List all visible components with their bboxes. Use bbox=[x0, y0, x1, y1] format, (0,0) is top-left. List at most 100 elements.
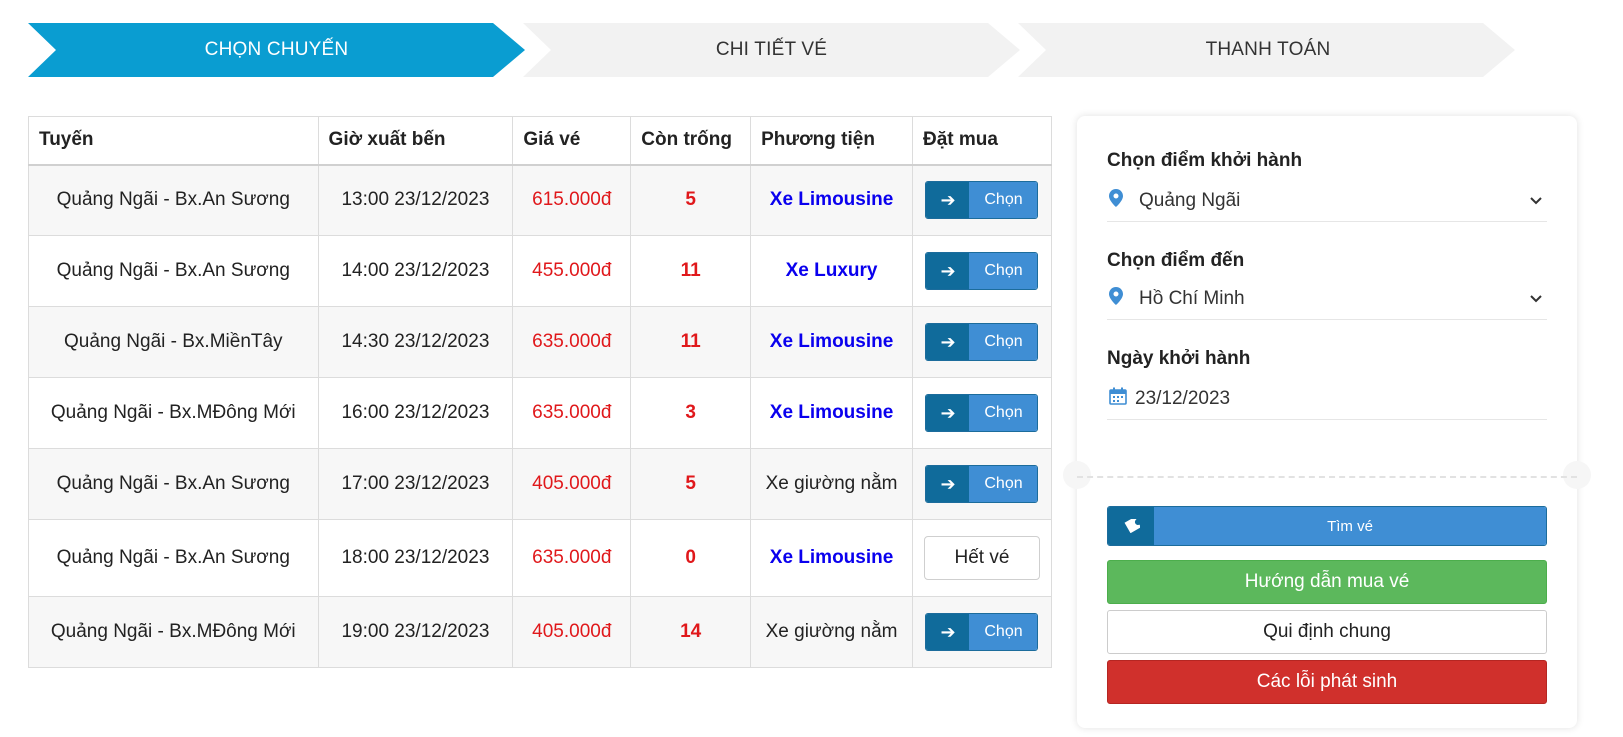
step-ticket-details[interactable]: CHI TIẾT VÉ bbox=[523, 23, 1020, 77]
header-vehicle: Phương tiện bbox=[750, 116, 913, 166]
action-cell: ➔ Chọn bbox=[911, 164, 1053, 236]
table-header-row: Tuyến Giờ xuất bến Giá vé Còn trống Phươ… bbox=[28, 116, 1053, 166]
vehicle-cell: Xe Limousine bbox=[750, 306, 913, 378]
choose-button[interactable]: ➔ Chọn bbox=[925, 613, 1039, 651]
vehicle-cell: Xe giường nằm bbox=[750, 596, 913, 668]
vehicle-cell: Xe Luxury bbox=[750, 235, 913, 307]
choose-button[interactable]: ➔ Chọn bbox=[925, 465, 1039, 503]
search-panel: Chọn điểm khởi hành Quảng Ngãi Chọn điểm… bbox=[1063, 116, 1591, 728]
table-row: Quảng Ngãi - Bx.MĐông Mới 16:00 23/12/20… bbox=[28, 377, 1053, 449]
time-cell: 13:00 23/12/2023 bbox=[317, 164, 514, 236]
map-pin-icon bbox=[1107, 189, 1139, 212]
action-cell: Hết vé bbox=[911, 519, 1053, 597]
arrow-right-icon: ➔ bbox=[926, 466, 970, 502]
price-cell: 635.000đ bbox=[512, 519, 632, 597]
route-cell: Quảng Ngãi - Bx.MĐông Mới bbox=[28, 377, 319, 449]
header-route: Tuyến bbox=[28, 116, 319, 166]
seats-cell: 0 bbox=[630, 519, 752, 597]
choose-button[interactable]: ➔ Chọn bbox=[925, 323, 1039, 361]
step-payment[interactable]: THANH TOÁN bbox=[1018, 23, 1515, 77]
price-cell: 635.000đ bbox=[512, 377, 632, 449]
chevron-down-icon bbox=[1525, 290, 1547, 308]
seats-cell: 3 bbox=[630, 377, 752, 449]
choose-button[interactable]: ➔ Chọn bbox=[925, 181, 1039, 220]
action-cell: ➔ Chọn bbox=[911, 306, 1053, 378]
header-seats-left: Còn trống bbox=[630, 116, 752, 166]
table-row: Quảng Ngãi - Bx.MĐông Mới 19:00 23/12/20… bbox=[28, 596, 1053, 668]
seats-cell: 11 bbox=[630, 235, 752, 307]
departure-label: Chọn điểm khởi hành bbox=[1107, 150, 1303, 171]
booking-steps: CHỌN CHUYẾN CHI TIẾT VÉ THANH TOÁN bbox=[28, 23, 1518, 77]
choose-button[interactable]: ➔ Chọn bbox=[925, 394, 1039, 432]
header-departure-time: Giờ xuất bến bbox=[317, 116, 514, 166]
errors-button[interactable]: Các lỗi phát sinh bbox=[1107, 660, 1547, 704]
choose-button-label: Chọn bbox=[969, 253, 1038, 289]
price-cell: 615.000đ bbox=[512, 164, 632, 236]
vehicle-cell: Xe Limousine bbox=[750, 164, 913, 236]
price-cell: 635.000đ bbox=[512, 306, 632, 378]
vehicle-cell: Xe Limousine bbox=[750, 377, 913, 449]
trips-table: Tuyến Giờ xuất bến Giá vé Còn trống Phươ… bbox=[28, 116, 1053, 668]
vehicle-cell: Xe giường nằm bbox=[750, 448, 913, 520]
table-row: Quảng Ngãi - Bx.MiềnTây 14:30 23/12/2023… bbox=[28, 306, 1053, 378]
time-cell: 19:00 23/12/2023 bbox=[317, 596, 514, 668]
route-cell: Quảng Ngãi - Bx.MiềnTây bbox=[28, 306, 319, 378]
seats-cell: 5 bbox=[630, 448, 752, 520]
table-row: Quảng Ngãi - Bx.An Sương 17:00 23/12/202… bbox=[28, 448, 1053, 520]
sold-out-button[interactable]: Hết vé bbox=[923, 536, 1040, 580]
action-cell: ➔ Chọn bbox=[911, 377, 1053, 449]
date-label: Ngày khởi hành bbox=[1107, 348, 1251, 369]
ticket-notch-left bbox=[1063, 461, 1091, 489]
choose-button[interactable]: ➔ Chọn bbox=[925, 252, 1039, 290]
general-rules-button[interactable]: Qui định chung bbox=[1107, 610, 1547, 654]
time-cell: 14:00 23/12/2023 bbox=[317, 235, 514, 307]
time-cell: 18:00 23/12/2023 bbox=[317, 519, 514, 597]
map-pin-icon bbox=[1107, 287, 1139, 310]
choose-button-label: Chọn bbox=[969, 395, 1038, 431]
arrow-right-icon: ➔ bbox=[926, 395, 970, 431]
search-ticket-label: Tìm vé bbox=[1154, 507, 1546, 545]
header-book: Đặt mua bbox=[911, 116, 1053, 166]
price-cell: 405.000đ bbox=[512, 596, 632, 668]
action-cell: ➔ Chọn bbox=[911, 235, 1053, 307]
vehicle-cell: Xe Limousine bbox=[750, 519, 913, 597]
time-cell: 17:00 23/12/2023 bbox=[317, 448, 514, 520]
date-value: 23/12/2023 bbox=[1135, 387, 1231, 409]
date-input[interactable]: 23/12/2023 bbox=[1107, 378, 1547, 420]
chevron-down-icon bbox=[1525, 192, 1547, 210]
search-ticket-button[interactable]: Tìm vé bbox=[1107, 506, 1547, 546]
departure-select[interactable]: Quảng Ngãi bbox=[1107, 180, 1547, 222]
seats-cell: 14 bbox=[630, 596, 752, 668]
arrow-right-icon: ➔ bbox=[926, 614, 970, 650]
table-row: Quảng Ngãi - Bx.An Sương 14:00 23/12/202… bbox=[28, 235, 1053, 307]
divider bbox=[1077, 476, 1577, 478]
seats-cell: 11 bbox=[630, 306, 752, 378]
destination-select[interactable]: Hồ Chí Minh bbox=[1107, 278, 1547, 320]
step-choose-trip[interactable]: CHỌN CHUYẾN bbox=[28, 23, 525, 77]
action-cell: ➔ Chọn bbox=[911, 448, 1053, 520]
route-cell: Quảng Ngãi - Bx.An Sương bbox=[28, 235, 319, 307]
destination-label: Chọn điểm đến bbox=[1107, 250, 1245, 271]
ticket-icon bbox=[1108, 507, 1154, 545]
purchase-guide-button[interactable]: Hướng dẫn mua vé bbox=[1107, 560, 1547, 604]
table-row: Quảng Ngãi - Bx.An Sương 18:00 23/12/202… bbox=[28, 519, 1053, 597]
time-cell: 14:30 23/12/2023 bbox=[317, 306, 514, 378]
route-cell: Quảng Ngãi - Bx.An Sương bbox=[28, 448, 319, 520]
destination-value: Hồ Chí Minh bbox=[1139, 287, 1245, 309]
header-price: Giá vé bbox=[512, 116, 632, 166]
choose-button-label: Chọn bbox=[969, 324, 1038, 360]
arrow-right-icon: ➔ bbox=[926, 182, 970, 219]
arrow-right-icon: ➔ bbox=[926, 253, 970, 289]
ticket-notch-right bbox=[1563, 461, 1591, 489]
choose-button-label: Chọn bbox=[969, 614, 1038, 650]
choose-button-label: Chọn bbox=[969, 182, 1038, 219]
table-row: Quảng Ngãi - Bx.An Sương 13:00 23/12/202… bbox=[28, 164, 1053, 236]
calendar-icon bbox=[1107, 387, 1135, 410]
seats-cell: 5 bbox=[630, 164, 752, 236]
price-cell: 405.000đ bbox=[512, 448, 632, 520]
arrow-right-icon: ➔ bbox=[926, 324, 970, 360]
choose-button-label: Chọn bbox=[969, 466, 1038, 502]
route-cell: Quảng Ngãi - Bx.An Sương bbox=[28, 519, 319, 597]
time-cell: 16:00 23/12/2023 bbox=[317, 377, 514, 449]
route-cell: Quảng Ngãi - Bx.An Sương bbox=[28, 164, 319, 236]
